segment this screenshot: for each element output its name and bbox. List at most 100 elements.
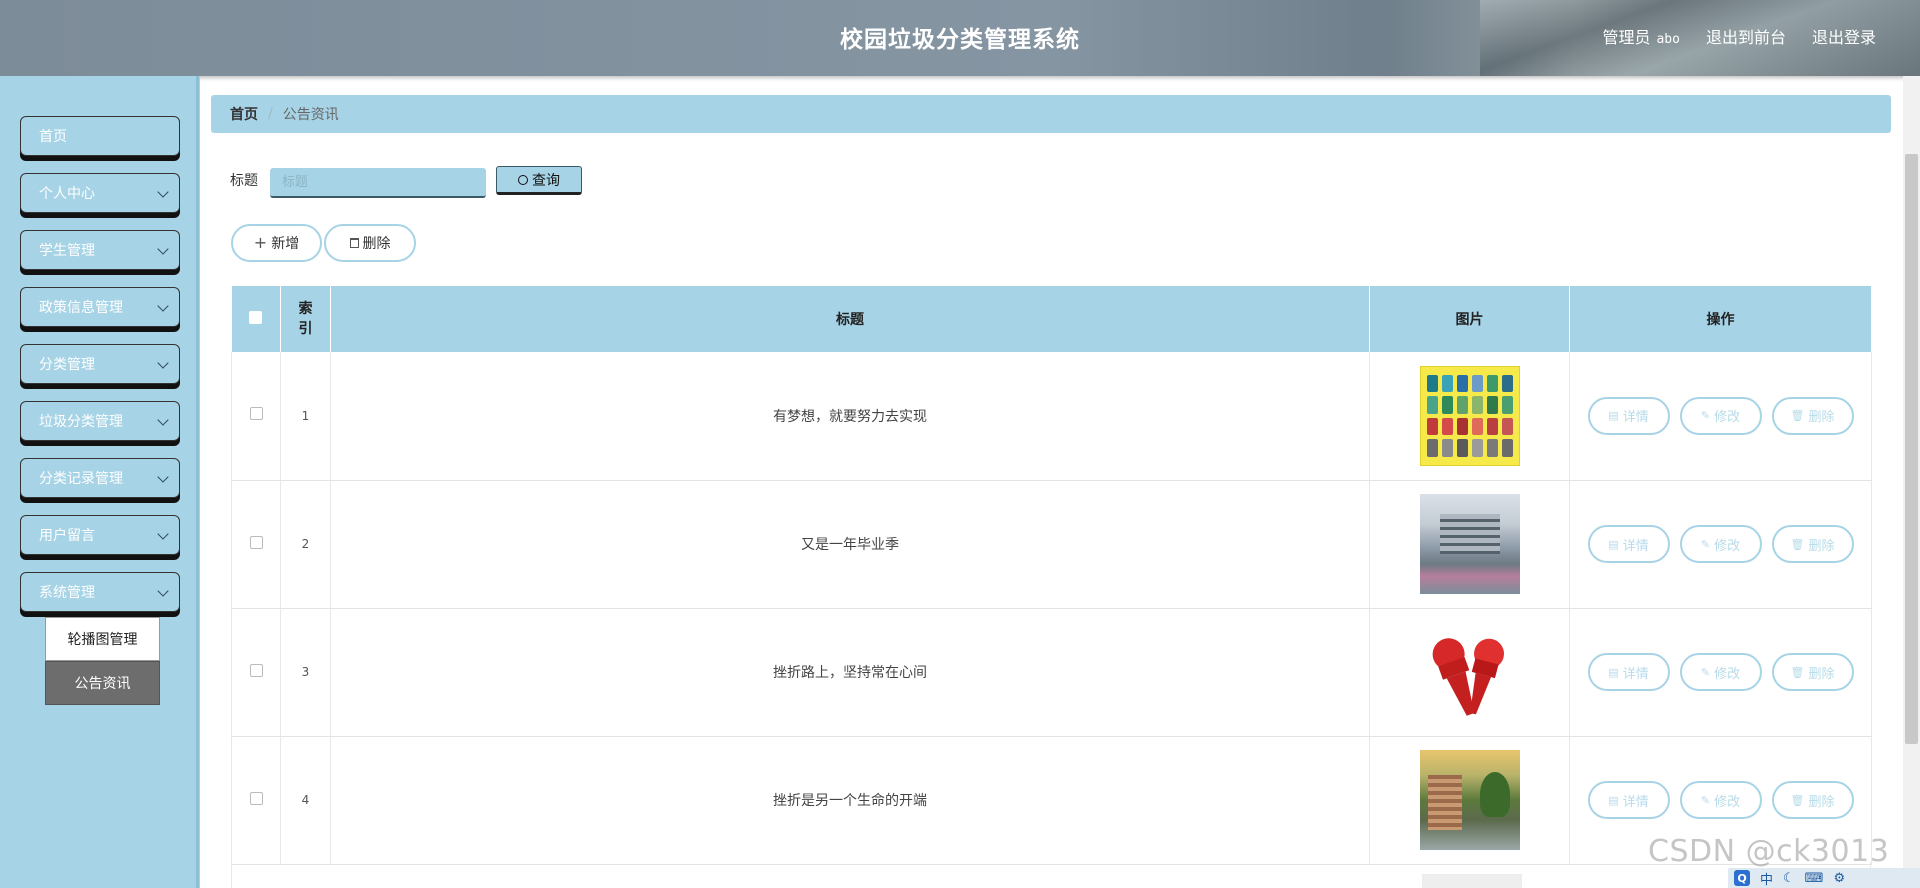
chevron-down-icon [157,357,169,369]
sidebar-item-category-management[interactable]: 分类管理 [20,344,180,384]
logout-link[interactable]: 退出登录 [1812,24,1876,48]
row-index: 4 [280,736,331,865]
row-ops-cell: ▤ 详情 ✎ 修改 🗑 删除 [1569,480,1872,609]
thumbnail-building [1427,775,1462,830]
watermark: CSDN @ck3013 [1648,834,1890,869]
row-title: 有梦想，就要努力去实现 [330,352,1370,481]
row-checkbox[interactable] [249,791,263,805]
delete-button[interactable]: 🗑 删除 [1771,781,1854,819]
batch-delete-button[interactable]: 删除 [324,224,416,262]
edit-button[interactable]: ✎ 修改 [1679,396,1762,435]
trash-icon: 🗑 [1790,409,1805,423]
detail-label: 详情 [1622,538,1649,554]
sidebar-item-garbage-classification[interactable]: 垃圾分类管理 [20,401,180,441]
table-row: 3 挫折路上，坚持常在心间 ▤ 详情 ✎ 修改 🗑 删除 [231,608,1872,737]
trash-icon: 🗑 [1790,665,1805,679]
trash-icon [349,238,359,248]
thumbnail-building [1439,514,1500,554]
detail-label: 详情 [1622,794,1649,810]
pencil-icon: ✎ [1700,665,1711,679]
operations-header: 操作 [1569,286,1872,352]
search-title-input[interactable] [270,168,486,198]
delete-button[interactable]: 🗑 删除 [1771,396,1854,435]
chevron-down-icon [157,528,169,540]
delete-button[interactable]: 🗑 删除 [1771,653,1854,691]
row-image-cell [1369,480,1570,609]
sidebar-item-label: 学生管理 [39,243,95,259]
input-method-icon[interactable]: Q [1734,870,1750,886]
row-title: 挫折是另一个生命的开端 [330,736,1370,865]
announcement-table: 索引 标题 图片 操作 1 有梦想，就要努力去实现 ▤ 详情 ✎ 修改 🗑 删除… [231,286,1872,865]
user-role-label: 管理员 [1602,28,1651,47]
plus-icon: + [253,233,268,252]
table-row: 4 挫折是另一个生命的开端 ▤ 详情 ✎ 修改 🗑 删除 [231,736,1872,865]
chevron-down-icon [157,186,169,198]
chevron-down-icon [157,414,169,426]
app-header: 校园垃圾分类管理系统 管理员 abo 退出到前台 退出登录 [0,0,1920,76]
index-header-line2: 引 [298,321,313,337]
breadcrumb: 首页 / 公告资讯 [211,95,1891,133]
sidebar-item-home[interactable]: 首页 [20,116,180,156]
image-header: 图片 [1369,286,1570,352]
detail-button[interactable]: ▤ 详情 [1587,525,1670,563]
sidebar-item-label: 分类管理 [39,357,95,373]
search-title-label: 标题 [230,173,258,189]
delete-label: 删除 [1808,794,1835,810]
sidebar-item-label: 首页 [39,129,67,145]
detail-button[interactable]: ▤ 详情 [1587,396,1670,435]
sidebar-item-label: 用户留言 [39,528,95,544]
select-all-checkbox[interactable] [249,310,263,324]
document-icon: ▤ [1608,793,1619,807]
delete-label: 删除 [1808,666,1835,682]
row-select-cell [231,736,281,865]
title-header: 标题 [330,286,1370,352]
sidebar-item-system-management[interactable]: 系统管理 [20,572,180,612]
user-name: abo [1656,32,1680,47]
submenu-item-carousel[interactable]: 轮播图管理 [45,617,160,661]
sidebar-item-policy-management[interactable]: 政策信息管理 [20,287,180,327]
delete-button[interactable]: 🗑 删除 [1771,525,1854,563]
moon-icon[interactable]: ☾ [1783,871,1795,886]
microphone-icon [1432,638,1504,716]
current-user: 管理员 abo [1602,24,1680,48]
add-button[interactable]: + 新增 [231,224,322,262]
row-index: 1 [280,352,331,481]
table-row: 2 又是一年毕业季 ▤ 详情 ✎ 修改 🗑 删除 [231,480,1872,609]
edit-button[interactable]: ✎ 修改 [1679,653,1762,691]
page-scrollbar[interactable] [1903,76,1920,888]
sidebar-item-personal-center[interactable]: 个人中心 [20,173,180,213]
exit-to-frontend-link[interactable]: 退出到前台 [1706,24,1786,48]
row-checkbox[interactable] [249,663,263,677]
edit-label: 修改 [1714,666,1741,682]
row-thumbnail[interactable] [1419,494,1520,594]
detail-button[interactable]: ▤ 详情 [1587,653,1670,691]
row-thumbnail[interactable] [1419,622,1520,722]
row-select-cell [231,352,281,481]
row-thumbnail[interactable] [1419,365,1520,466]
system-management-submenu: 轮播图管理 公告资讯 [45,617,160,705]
row-checkbox[interactable] [249,535,263,549]
sidebar: 首页 个人中心 学生管理 政策信息管理 分类管理 垃圾分类管理 分类记录管理 用… [0,76,200,888]
sidebar-item-student-management[interactable]: 学生管理 [20,230,180,270]
sidebar-item-user-messages[interactable]: 用户留言 [20,515,180,555]
row-checkbox[interactable] [249,407,263,421]
edit-button[interactable]: ✎ 修改 [1679,525,1762,563]
keyboard-icon[interactable]: ⌨ [1805,871,1824,886]
breadcrumb-home[interactable]: 首页 [230,104,258,124]
sidebar-scrollbar[interactable] [196,76,199,888]
scrollbar-thumb[interactable] [1905,154,1918,744]
edit-button[interactable]: ✎ 修改 [1679,781,1762,819]
ime-mode[interactable]: 中 [1760,869,1773,888]
breadcrumb-current: 公告资讯 [282,107,339,123]
sidebar-item-label: 系统管理 [39,585,95,601]
settings-icon[interactable]: ⚙ [1833,871,1845,886]
pencil-icon: ✎ [1700,537,1711,551]
sidebar-item-classification-records[interactable]: 分类记录管理 [20,458,180,498]
submenu-item-announcements[interactable]: 公告资讯 [45,661,160,705]
row-ops-cell: ▤ 详情 ✎ 修改 🗑 删除 [1569,608,1872,737]
row-thumbnail[interactable] [1419,750,1520,850]
detail-button[interactable]: ▤ 详情 [1587,781,1670,819]
search-button[interactable]: 查询 [496,166,582,195]
chevron-down-icon [157,300,169,312]
row-index: 3 [280,608,331,737]
